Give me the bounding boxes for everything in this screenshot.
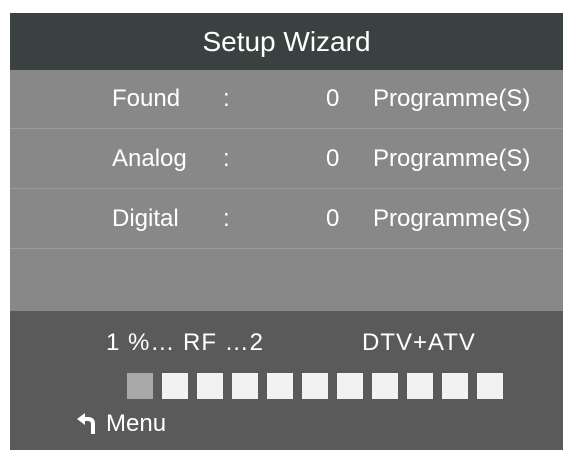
menu-hint-label: Menu (106, 410, 167, 437)
result-row-analog: Analog : 0 Programme(S) (10, 130, 563, 189)
result-colon: : (223, 145, 230, 172)
result-row-found: Found : 0 Programme(S) (10, 70, 563, 129)
result-count: 0 (326, 205, 340, 232)
scan-status-text: 1 %… RF …2 (106, 329, 265, 356)
result-unit: Programme(S) (373, 205, 531, 232)
result-row-digital: Digital : 0 Programme(S) (10, 190, 563, 249)
result-count: 0 (326, 85, 340, 112)
return-arrow-icon (76, 412, 98, 436)
results-panel: Found : 0 Programme(S) Analog : 0 Progra… (10, 70, 563, 311)
progress-segment-empty (442, 373, 468, 399)
menu-hint[interactable]: Menu (76, 410, 166, 438)
empty-row (10, 250, 563, 310)
result-colon: : (223, 205, 230, 232)
progress-segment-empty (337, 373, 363, 399)
result-count: 0 (326, 145, 340, 172)
result-label: Found (112, 85, 181, 112)
scan-footer: 1 %… RF …2 DTV+ATV Menu (10, 311, 563, 450)
progress-segment-empty (162, 373, 188, 399)
progress-segment-empty (197, 373, 223, 399)
result-unit: Programme(S) (373, 85, 531, 112)
progress-segment-empty (302, 373, 328, 399)
title-bar: Setup Wizard (10, 13, 563, 70)
progress-segment-empty (372, 373, 398, 399)
scan-progress-bar (127, 373, 503, 399)
progress-segment-filled (127, 373, 153, 399)
setup-wizard-dialog: Setup Wizard Found : 0 Programme(S) Anal… (10, 13, 563, 450)
result-label: Analog (112, 145, 187, 172)
dialog-title: Setup Wizard (202, 25, 371, 57)
tuner-mode-text: DTV+ATV (362, 329, 476, 356)
progress-segment-empty (267, 373, 293, 399)
progress-segment-empty (232, 373, 258, 399)
progress-segment-empty (407, 373, 433, 399)
progress-segment-empty (477, 373, 503, 399)
result-label: Digital (112, 205, 179, 232)
result-colon: : (223, 85, 230, 112)
result-unit: Programme(S) (373, 145, 531, 172)
